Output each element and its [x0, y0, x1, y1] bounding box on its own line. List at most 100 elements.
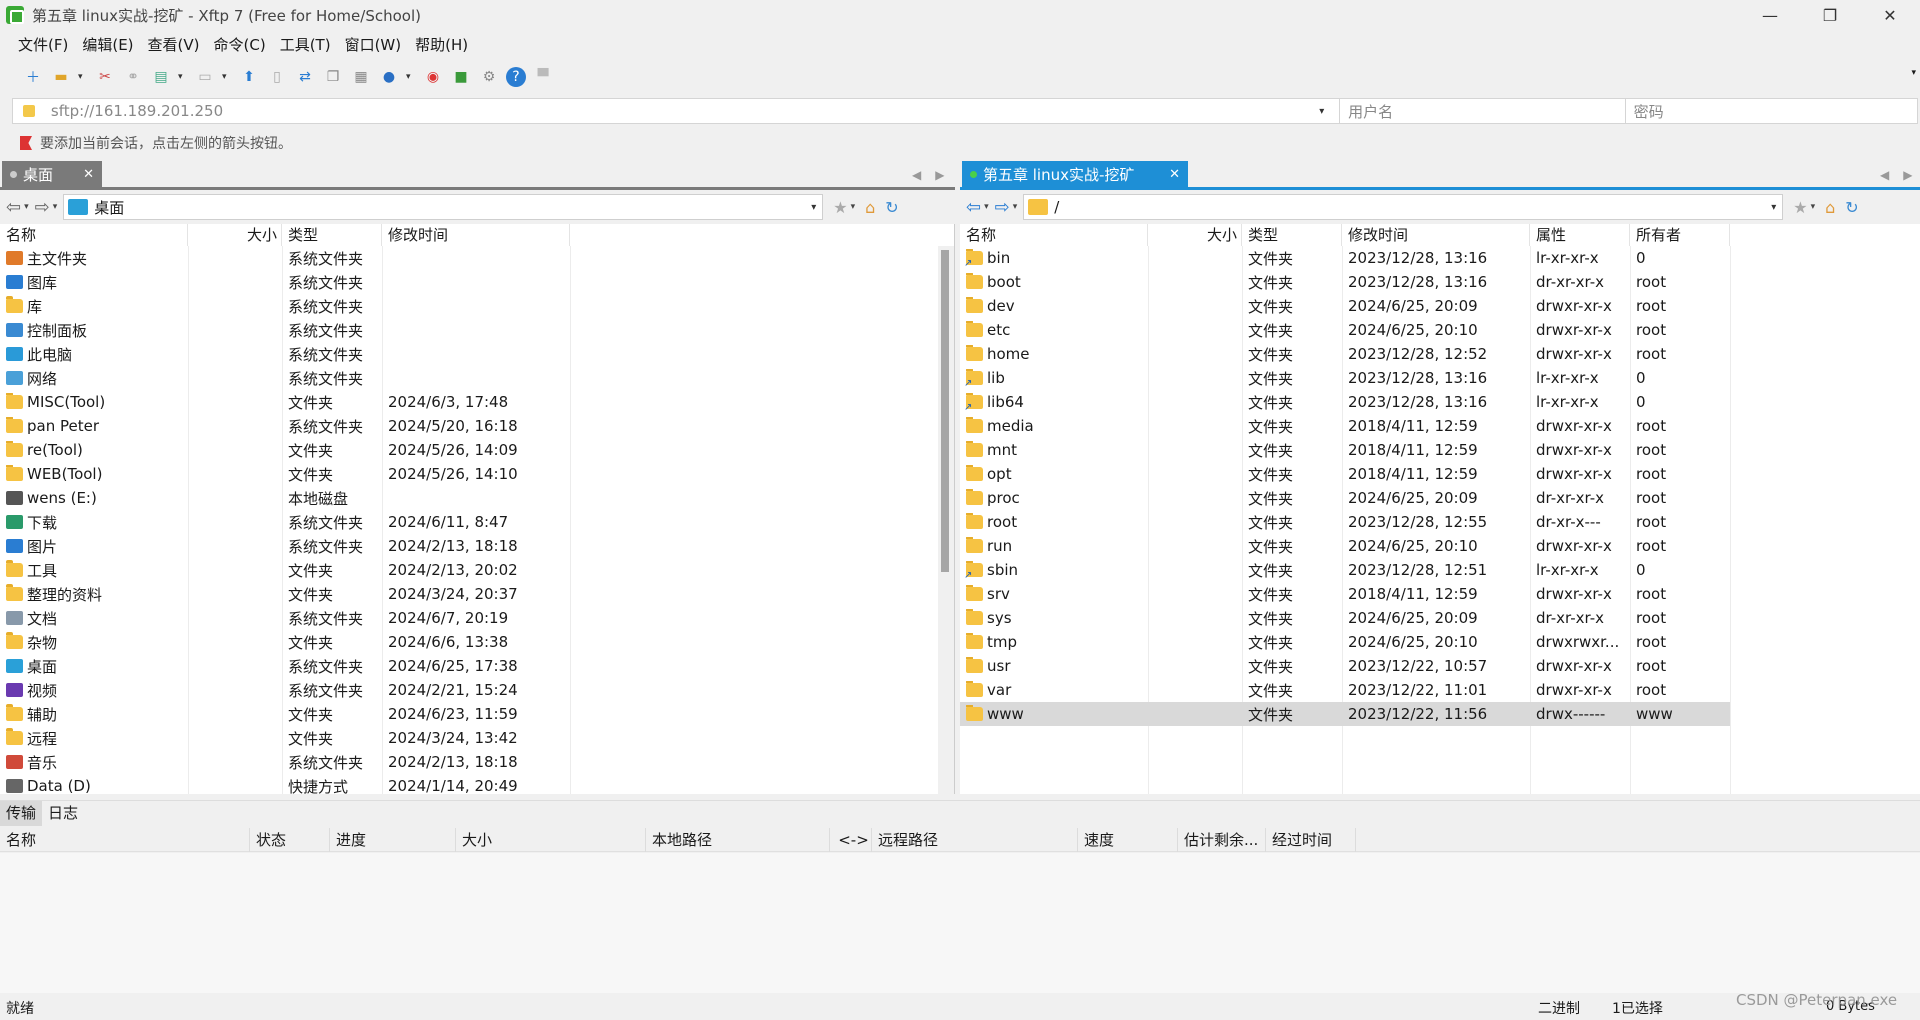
refresh-icon[interactable]: ↻: [885, 198, 898, 217]
local-scroll-thumb[interactable]: [941, 250, 949, 572]
forward-arrow-icon[interactable]: ⇨: [995, 197, 1010, 218]
view-icon[interactable]: ▭: [194, 66, 216, 88]
file-row[interactable]: run 文件夹 2024/6/25, 20:10 drwxr-xr-x root: [960, 534, 1730, 558]
back-dropdown-icon[interactable]: ▾: [24, 202, 29, 212]
menu-window[interactable]: 窗口(W): [345, 34, 402, 55]
file-row[interactable]: 整理的资料 文件夹 2024/3/24, 20:37: [0, 582, 570, 606]
file-row[interactable]: tmp 文件夹 2024/6/25, 20:10 drwxrwxr... root: [960, 630, 1730, 654]
file-row[interactable]: 库 系统文件夹: [0, 294, 570, 318]
file-row[interactable]: pan Peter 系统文件夹 2024/5/20, 16:18: [0, 414, 570, 438]
view-dropdown-icon[interactable]: ▾: [222, 72, 230, 82]
forward-dropdown-icon[interactable]: ▾: [53, 202, 58, 212]
column-modified[interactable]: 修改时间: [1342, 224, 1530, 246]
password-field[interactable]: 密码: [1624, 99, 1917, 123]
file-row[interactable]: wens (E:) 本地磁盘: [0, 486, 570, 510]
file-row[interactable]: 图库 系统文件夹: [0, 270, 570, 294]
file-row[interactable]: srv 文件夹 2018/4/11, 12:59 drwxr-xr-x root: [960, 582, 1730, 606]
menu-command[interactable]: 命令(C): [214, 34, 266, 55]
file-row[interactable]: usr 文件夹 2023/12/22, 10:57 drwxr-xr-x root: [960, 654, 1730, 678]
transfer-col-direction[interactable]: <->: [830, 828, 872, 852]
file-row[interactable]: 桌面 系统文件夹 2024/6/25, 17:38: [0, 654, 570, 678]
minimize-button[interactable]: —: [1740, 0, 1800, 30]
host-dropdown-icon[interactable]: ▾: [1319, 106, 1339, 117]
file-row[interactable]: 文档 系统文件夹 2024/6/7, 20:19: [0, 606, 570, 630]
file-row[interactable]: media 文件夹 2018/4/11, 12:59 drwxr-xr-x root: [960, 414, 1730, 438]
file-row[interactable]: 控制面板 系统文件夹: [0, 318, 570, 342]
file-row[interactable]: bin 文件夹 2023/12/28, 13:16 lr-xr-xr-x 0: [960, 246, 1730, 270]
column-name[interactable]: 名称: [960, 224, 1148, 246]
file-row[interactable]: sys 文件夹 2024/6/25, 20:09 dr-xr-xr-x root: [960, 606, 1730, 630]
forward-dropdown-icon[interactable]: ▾: [1013, 202, 1018, 212]
file-row[interactable]: lib64 文件夹 2023/12/28, 13:16 lr-xr-xr-x 0: [960, 390, 1730, 414]
column-type[interactable]: 类型: [282, 224, 382, 246]
file-row[interactable]: sbin 文件夹 2023/12/28, 12:51 lr-xr-xr-x 0: [960, 558, 1730, 582]
chat-icon[interactable]: ▀: [532, 66, 554, 88]
transfer-col-local-path[interactable]: 本地路径: [646, 828, 830, 852]
file-row[interactable]: Data (D) 快捷方式 2024/1/14, 20:49: [0, 774, 570, 794]
help-icon[interactable]: ?: [506, 67, 526, 87]
home-folder-icon[interactable]: ⌂: [1825, 198, 1835, 217]
tab-scroll-arrows-icon[interactable]: ◀▶: [1880, 168, 1920, 182]
tab-transfers[interactable]: 传输: [0, 801, 43, 826]
tab-scroll-arrows-icon[interactable]: ◀▶: [912, 168, 958, 182]
host-input[interactable]: sftp://161.189.201.250: [51, 102, 1319, 120]
username-field[interactable]: 用户名: [1339, 99, 1624, 123]
back-arrow-icon[interactable]: ⇦: [6, 197, 21, 218]
new-session-icon[interactable]: ＋: [22, 66, 44, 88]
favorites-dropdown-icon[interactable]: ▾: [1811, 202, 1816, 212]
column-attributes[interactable]: 属性: [1530, 224, 1630, 246]
tab-remote-session[interactable]: 第五章 linux实战-挖矿 ✕: [962, 161, 1188, 187]
file-row[interactable]: 此电脑 系统文件夹: [0, 342, 570, 366]
path-dropdown-icon[interactable]: ▾: [1771, 202, 1776, 213]
favorites-star-icon[interactable]: ★: [1793, 198, 1807, 217]
transfer-icon[interactable]: ⇄: [294, 66, 316, 88]
transfer-col-progress[interactable]: 进度: [330, 828, 456, 852]
local-scrollbar[interactable]: [938, 246, 954, 794]
maximize-button[interactable]: ❐: [1800, 0, 1860, 30]
transfer-col-remote-path[interactable]: 远程路径: [872, 828, 1078, 852]
close-window-button[interactable]: ✕: [1860, 0, 1920, 30]
refresh-icon[interactable]: ↻: [1845, 198, 1858, 217]
upload-icon[interactable]: ⬆: [238, 66, 260, 88]
file-row[interactable]: mnt 文件夹 2018/4/11, 12:59 drwxr-xr-x root: [960, 438, 1730, 462]
bookmark-flag-icon[interactable]: [20, 136, 32, 150]
new-tab-icon[interactable]: ▤: [150, 66, 172, 88]
file-row[interactable]: 远程 文件夹 2024/3/24, 13:42: [0, 726, 570, 750]
menu-help[interactable]: 帮助(H): [415, 34, 468, 55]
column-name[interactable]: 名称: [0, 224, 188, 246]
close-icon[interactable]: ✕: [83, 167, 94, 182]
remote-path-input[interactable]: / ▾: [1023, 194, 1784, 220]
globe-dropdown-icon[interactable]: ▾: [406, 72, 414, 82]
file-row[interactable]: proc 文件夹 2024/6/25, 20:09 dr-xr-xr-x root: [960, 486, 1730, 510]
xftp-icon[interactable]: ■: [450, 66, 472, 88]
tab-dropdown-icon[interactable]: ▾: [178, 72, 186, 82]
transfer-list[interactable]: [0, 853, 1920, 993]
column-modified[interactable]: 修改时间: [382, 224, 570, 246]
file-row[interactable]: 辅助 文件夹 2024/6/23, 11:59: [0, 702, 570, 726]
file-row[interactable]: boot 文件夹 2023/12/28, 13:16 dr-xr-xr-x root: [960, 270, 1730, 294]
xshell-icon[interactable]: ◉: [422, 66, 444, 88]
close-icon[interactable]: ✕: [1169, 167, 1180, 182]
menu-file[interactable]: 文件(F): [18, 34, 68, 55]
file-row[interactable]: 网络 系统文件夹: [0, 366, 570, 390]
file-row[interactable]: www 文件夹 2023/12/22, 11:56 drwx------ www: [960, 702, 1730, 726]
file-row[interactable]: etc 文件夹 2024/6/25, 20:10 drwxr-xr-x root: [960, 318, 1730, 342]
file-row[interactable]: MISC(Tool) 文件夹 2024/6/3, 17:48: [0, 390, 570, 414]
file-row[interactable]: re(Tool) 文件夹 2024/5/26, 14:09: [0, 438, 570, 462]
file-row[interactable]: 工具 文件夹 2024/2/13, 20:02: [0, 558, 570, 582]
file-row[interactable]: WEB(Tool) 文件夹 2024/5/26, 14:10: [0, 462, 570, 486]
transfer-col-speed[interactable]: 速度: [1078, 828, 1178, 852]
transfer-col-elapsed[interactable]: 经过时间: [1266, 828, 1356, 852]
file-row[interactable]: home 文件夹 2023/12/28, 12:52 drwxr-xr-x root: [960, 342, 1730, 366]
file-row[interactable]: 图片 系统文件夹 2024/2/13, 18:18: [0, 534, 570, 558]
globe-icon[interactable]: ●: [378, 66, 400, 88]
copy-icon[interactable]: ❐: [322, 66, 344, 88]
transfer-mode[interactable]: 二进制: [1538, 998, 1580, 1018]
tab-local-desktop[interactable]: 桌面 ✕: [2, 161, 102, 187]
disconnect-icon[interactable]: ✂: [94, 66, 116, 88]
column-size[interactable]: 大小: [1148, 224, 1242, 246]
transfer-col-size[interactable]: 大小: [456, 828, 646, 852]
transfer-col-name[interactable]: 名称: [0, 828, 250, 852]
menu-view[interactable]: 查看(V): [148, 34, 200, 55]
file-row[interactable]: lib 文件夹 2023/12/28, 13:16 lr-xr-xr-x 0: [960, 366, 1730, 390]
